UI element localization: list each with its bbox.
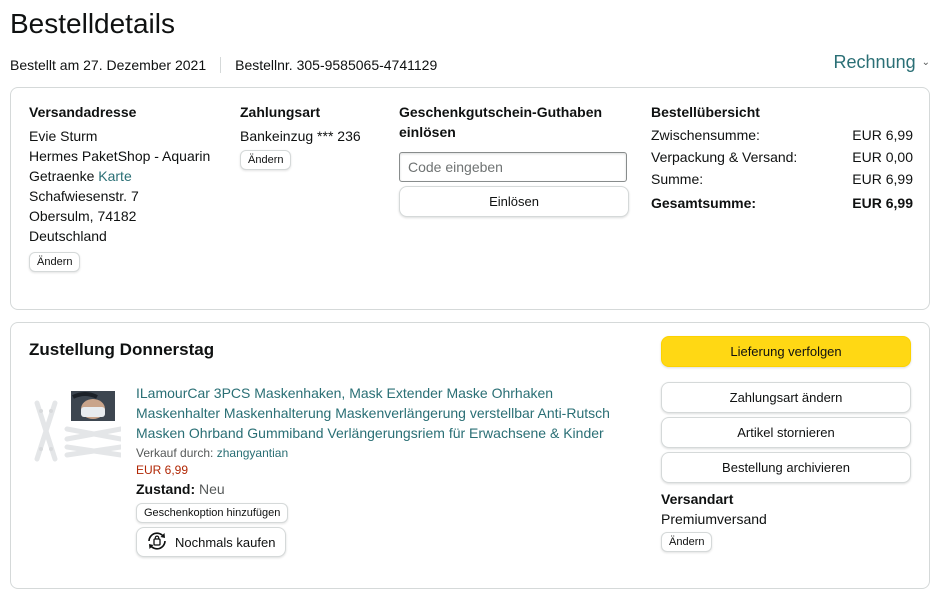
seller-line: Verkauf durch: zhangyantian: [136, 446, 626, 460]
invoice-label: Rechnung: [833, 52, 916, 72]
summary-label: Verpackung & Versand:: [651, 149, 798, 165]
cancel-item-button[interactable]: Artikel stornieren: [661, 417, 911, 448]
product-price: EUR 6,99: [136, 463, 189, 477]
buy-again-icon: [145, 529, 169, 556]
payment-section: Zahlungsart Bankeinzug *** 236 Ändern: [240, 102, 361, 170]
order-number: Bestellnr. 305-9585065-4741129: [235, 57, 438, 73]
gift-code-input[interactable]: [399, 152, 627, 182]
add-gift-option-button[interactable]: Geschenkoption hinzufügen: [136, 503, 289, 523]
change-address-button[interactable]: Ändern: [29, 252, 81, 272]
seller-prefix: Verkauf durch:: [136, 446, 214, 460]
gift-card-section: Geschenkgutschein-Guthaben einlösen Einl…: [399, 102, 631, 217]
change-shipping-button[interactable]: Ändern: [661, 532, 713, 552]
buy-again-label: Nochmals kaufen: [175, 534, 276, 550]
page-title: Bestelldetails: [10, 8, 175, 39]
summary-value: EUR 6,99: [852, 127, 913, 143]
summary-label: Zwischensumme:: [651, 127, 760, 143]
delivery-actions: Lieferung verfolgen Zahlungsart ändern A…: [661, 336, 911, 552]
delivery-title: Zustellung Donnerstag: [29, 340, 215, 359]
product-title-link[interactable]: ILamourCar 3PCS Maskenhaken, Mask Extend…: [136, 383, 626, 443]
shipping-address-section: Versandadresse Evie Sturm Hermes PaketSh…: [29, 102, 210, 272]
buy-again-button[interactable]: Nochmals kaufen: [136, 527, 287, 557]
invoice-dropdown[interactable]: Rechnung ⌄: [834, 52, 930, 73]
address-line2: Getraenke Karte: [29, 166, 210, 186]
summary-total-row: Gesamtsumme: EUR 6,99: [651, 192, 913, 214]
shipping-method-value: Premiumversand: [661, 511, 767, 527]
summary-row: Verpackung & Versand: EUR 0,00: [651, 146, 913, 168]
address-country: Deutschland: [29, 228, 107, 244]
track-package-button[interactable]: Lieferung verfolgen: [661, 336, 911, 367]
product-condition: Zustand: Neu: [136, 481, 626, 497]
address-line2-text: Getraenke: [29, 168, 95, 184]
summary-row: Zwischensumme: EUR 6,99: [651, 124, 913, 146]
order-summary-section: Bestellübersicht Zwischensumme: EUR 6,99…: [651, 102, 913, 214]
summary-row: Summe: EUR 6,99: [651, 168, 913, 190]
divider: [220, 57, 222, 73]
chevron-down-icon: ⌄: [921, 57, 930, 68]
change-payment-button[interactable]: Ändern: [240, 150, 292, 170]
product-image-graphic: [33, 389, 124, 469]
order-meta: Bestellt am 27. Dezember 2021 Bestellnr.…: [10, 57, 437, 73]
order-info-box: Versandadresse Evie Sturm Hermes PaketSh…: [10, 87, 930, 310]
shipping-method-heading: Versandart: [661, 491, 734, 507]
order-summary-heading: Bestellübersicht: [651, 104, 760, 120]
address-city: Obersulm, 74182: [29, 208, 137, 224]
delivery-box: Zustellung Donnerstag ILamourCar 3PCS Ma…: [10, 322, 930, 589]
total-value: EUR 6,99: [852, 195, 913, 211]
archive-order-button[interactable]: Bestellung archivieren: [661, 452, 911, 483]
summary-value: EUR 0,00: [852, 149, 913, 165]
payment-method: Bankeinzug *** 236: [240, 128, 361, 144]
total-label: Gesamtsumme:: [651, 195, 757, 211]
redeem-button[interactable]: Einlösen: [399, 186, 629, 217]
address-street: Schafwiesenstr. 7: [29, 188, 139, 204]
address-line1: Hermes PaketShop - Aquarin: [29, 148, 211, 164]
payment-heading: Zahlungsart: [240, 104, 321, 120]
summary-label: Summe:: [651, 171, 704, 187]
product-info: ILamourCar 3PCS Maskenhaken, Mask Extend…: [136, 383, 626, 557]
gift-card-heading: Geschenkgutschein-Guthaben einlösen: [399, 104, 603, 140]
order-date: Bestellt am 27. Dezember 2021: [10, 57, 207, 73]
change-payment-method-button[interactable]: Zahlungsart ändern: [661, 382, 911, 413]
product-image[interactable]: [33, 389, 124, 469]
condition-label: Zustand:: [136, 481, 196, 497]
summary-value: EUR 6,99: [852, 171, 913, 187]
map-link[interactable]: Karte: [98, 168, 131, 184]
seller-link[interactable]: zhangyantian: [217, 446, 288, 460]
condition-value: Neu: [199, 481, 225, 497]
shipping-address-heading: Versandadresse: [29, 104, 137, 120]
address-name: Evie Sturm: [29, 128, 98, 144]
